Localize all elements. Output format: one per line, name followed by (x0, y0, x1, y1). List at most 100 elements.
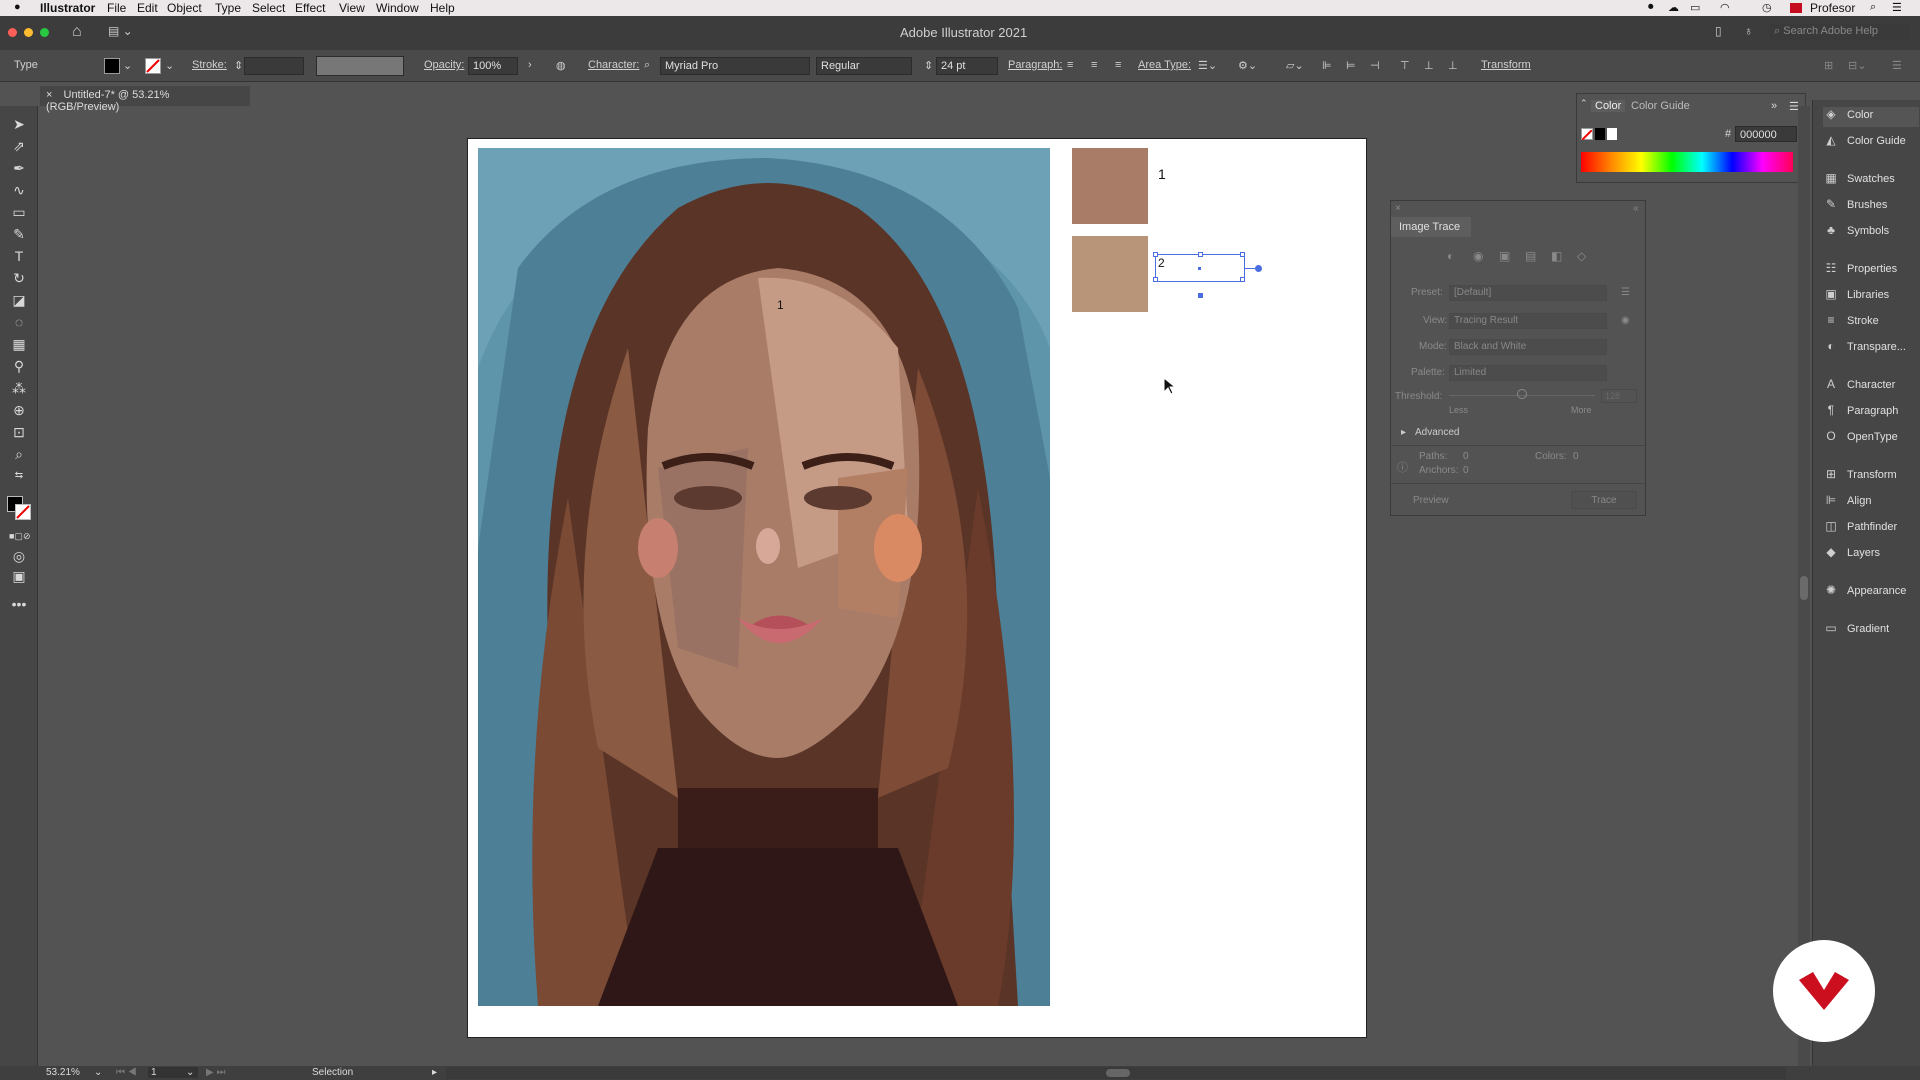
artboard-tool-icon[interactable]: ⊡ (9, 422, 29, 442)
close-panel-icon[interactable]: × (1395, 203, 1401, 214)
align-bottom-edge-icon[interactable]: ⊥ (1448, 59, 1458, 72)
low-color-preset-icon[interactable]: ▣ (1499, 249, 1510, 263)
advanced-disclosure-icon[interactable]: ▸ (1401, 427, 1406, 438)
character-label[interactable]: Character: (588, 59, 639, 71)
workspace-switcher-icon[interactable]: ▤ ⌄ (108, 24, 133, 38)
blend-tool-icon[interactable]: ⁂ (9, 378, 29, 398)
vertical-scroll-thumb[interactable] (1800, 576, 1808, 600)
dock-item-appearance[interactable]: ✺ Appearance (1823, 583, 1919, 603)
none-color-icon[interactable] (1581, 128, 1593, 141)
status-menu-arrow-icon[interactable]: ▸ (432, 1067, 437, 1078)
dock-item-brushes[interactable]: ✎ Brushes (1823, 197, 1919, 217)
dock-item-color-guide[interactable]: ◭ Color Guide (1823, 133, 1919, 153)
direct-selection-tool-icon[interactable]: ⇗ (9, 136, 29, 156)
pen-tool-icon[interactable]: ✒ (9, 158, 29, 178)
stroke-weight-stepper[interactable]: ⇕ (234, 59, 243, 72)
dock-item-transparency[interactable]: ◐ Transpare... (1823, 339, 1919, 359)
stroke-label[interactable]: Stroke: (192, 59, 227, 71)
tab-color-guide[interactable]: Color Guide (1631, 100, 1690, 112)
close-window-button[interactable] (8, 28, 17, 37)
stroke-color-swatch[interactable] (145, 58, 161, 74)
dock-item-paragraph[interactable]: ¶ Paragraph (1823, 403, 1919, 423)
discover-lightbulb-icon[interactable]: ♁ (1744, 24, 1753, 38)
shape-builder-tool-icon[interactable]: ⊕ (9, 400, 29, 420)
dock-item-color[interactable]: ◈ Color (1823, 107, 1919, 127)
color-spectrum-bar[interactable] (1581, 152, 1793, 172)
horizontal-scroll-thumb[interactable] (1106, 1069, 1130, 1077)
paintbrush-tool-icon[interactable]: ✎ (9, 224, 29, 244)
curvature-tool-icon[interactable]: ∿ (9, 180, 29, 200)
hex-value-field[interactable]: 000000 (1735, 126, 1797, 142)
recolor-artwork-icon[interactable]: ◍ (556, 59, 566, 72)
align-left-edge-icon[interactable]: ⊫ (1322, 59, 1332, 72)
font-family-field[interactable]: Myriad Pro (660, 57, 810, 75)
first-artboard-icon[interactable]: ⏮ ◀ (116, 1067, 137, 1078)
fill-dropdown-icon[interactable]: ⌄ (123, 59, 132, 72)
threshold-value-field[interactable]: 128 (1601, 389, 1637, 403)
view-dropdown[interactable]: Tracing Result (1449, 313, 1607, 329)
gradient-tool-icon[interactable]: ▦ (9, 334, 29, 354)
grayscale-preset-icon[interactable]: ▤ (1525, 249, 1536, 263)
lasso-tool-icon[interactable]: ◌ (9, 312, 29, 332)
align-right-edge-icon[interactable]: ⊣ (1370, 59, 1380, 72)
font-size-stepper[interactable]: ⇕ (924, 59, 933, 72)
edit-toolbar-icon[interactable]: ••• (9, 594, 29, 614)
zoom-tool-icon[interactable]: ⌕ (9, 444, 29, 464)
selected-text-frame[interactable]: 2 (1153, 252, 1262, 298)
artboard-dropdown-icon[interactable]: ⌄ (186, 1067, 194, 1078)
vertical-scrollbar[interactable] (1798, 106, 1810, 1066)
puppet-warp-icon[interactable]: ⚙⌄ (1238, 59, 1257, 72)
minimize-window-button[interactable] (24, 28, 33, 37)
font-style-field[interactable]: Regular (816, 57, 912, 75)
panel-expand-icon[interactable]: » (1771, 100, 1777, 112)
frame-handle-tl[interactable] (1153, 252, 1158, 257)
align-center-icon[interactable]: ≡ (1091, 59, 1097, 71)
color-swatch-1[interactable] (1072, 148, 1148, 224)
frame-handle-bl[interactable] (1153, 277, 1158, 282)
help-search-input[interactable]: ⌕ Search Adobe Help (1770, 23, 1910, 41)
color-swatch-2[interactable] (1072, 236, 1148, 312)
outline-preset-icon[interactable]: ◇ (1577, 249, 1586, 263)
auto-color-preset-icon[interactable]: ◐ (1447, 249, 1454, 263)
fill-color-swatch[interactable] (104, 58, 120, 74)
swap-fill-stroke-icon[interactable]: ⇆ (9, 466, 29, 486)
preset-dropdown[interactable]: [Default] (1449, 285, 1607, 301)
selection-tool-icon[interactable]: ➤ (9, 114, 29, 134)
opacity-field[interactable]: 100% (468, 57, 518, 75)
dock-item-gradient[interactable]: ▭ Gradient (1823, 621, 1919, 641)
area-type-label[interactable]: Area Type: (1138, 59, 1191, 71)
document-tab[interactable]: × Untitled-7* @ 53.21% (RGB/Preview) (40, 86, 250, 113)
frame-bottom-handle[interactable] (1198, 293, 1203, 298)
transform-label[interactable]: Transform (1481, 59, 1531, 71)
rectangle-tool-icon[interactable]: ▭ (9, 202, 29, 222)
dock-item-pathfinder[interactable]: ◫ Pathfinder (1823, 519, 1919, 539)
dock-item-layers[interactable]: ◆ Layers (1823, 545, 1919, 565)
color-panel-collapse-icon[interactable]: ⌃ (1580, 98, 1588, 109)
home-icon[interactable]: ⌂ (72, 23, 82, 41)
color-mode-icons[interactable]: ■▢⊘ (9, 526, 30, 546)
dock-item-opentype[interactable]: O OpenType (1823, 429, 1919, 449)
black-color-icon[interactable] (1595, 128, 1605, 140)
preset-menu-icon[interactable]: ☰ (1621, 287, 1630, 298)
close-document-icon[interactable]: × (46, 89, 52, 101)
screen-mode-icon[interactable]: ▣ (9, 566, 29, 586)
align-horizontal-center-icon[interactable]: ⊨ (1346, 59, 1356, 72)
opacity-arrow-icon[interactable]: › (528, 59, 532, 71)
tab-color[interactable]: Color (1591, 100, 1626, 112)
align-top-edge-icon[interactable]: ⊤ (1400, 59, 1410, 72)
text-frame-out-port[interactable] (1255, 265, 1262, 272)
envelope-icon[interactable]: ⊟⌄ (1848, 59, 1866, 72)
dock-item-align[interactable]: ⊫ Align (1823, 493, 1919, 513)
paragraph-label[interactable]: Paragraph: (1008, 59, 1062, 71)
zoom-dropdown-icon[interactable]: ⌄ (94, 1067, 102, 1078)
trace-button[interactable]: Trace (1571, 491, 1637, 509)
dock-item-libraries[interactable]: ▣ Libraries (1823, 287, 1919, 307)
draw-mode-icon[interactable]: ◎ (9, 546, 29, 566)
dock-item-properties[interactable]: ☷ Properties (1823, 261, 1919, 281)
arrange-documents-icon[interactable]: ▯ (1715, 24, 1722, 38)
advanced-label[interactable]: Advanced (1415, 427, 1459, 438)
view-eye-icon[interactable]: ◉ (1621, 315, 1630, 326)
stroke-weight-field[interactable] (244, 57, 304, 75)
variable-width-profile[interactable] (316, 56, 404, 76)
align-left-icon[interactable]: ≡ (1067, 59, 1073, 71)
